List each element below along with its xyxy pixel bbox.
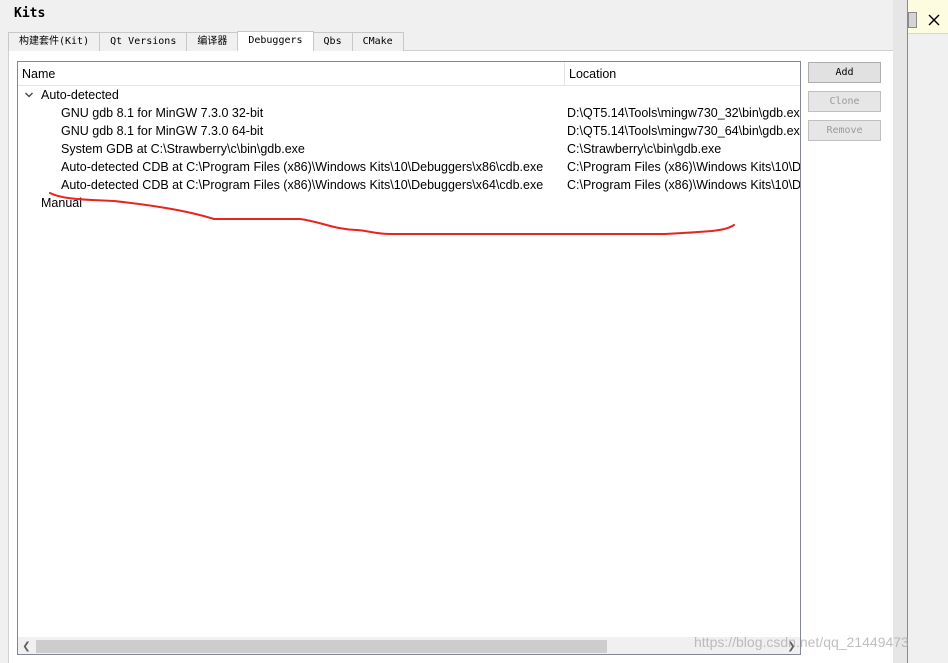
column-header-name[interactable]: Name [18, 62, 55, 86]
debugger-location: D:\QT5.14\Tools\mingw730_32\bin\gdb.exe [567, 106, 800, 120]
tree-row[interactable]: Auto-detected CDB at C:\Program Files (x… [18, 176, 800, 194]
tab-debuggers[interactable]: Debuggers [237, 31, 314, 51]
watermark-text: https://blog.csdn.net/qq_21449473 [694, 634, 909, 650]
kits-settings-panel: Kits 构建套件(Kit) Qt Versions 编译器 Debuggers… [0, 0, 893, 663]
restore-icon[interactable] [908, 12, 917, 28]
tree-row[interactable]: System GDB at C:\Strawberry\c\bin\gdb.ex… [18, 140, 800, 158]
window-border [893, 0, 907, 663]
tab-qt-versions[interactable]: Qt Versions [99, 32, 188, 51]
tab-kits[interactable]: 构建套件(Kit) [8, 32, 101, 51]
remove-button[interactable]: Remove [808, 120, 881, 141]
debugger-name: Auto-detected CDB at C:\Program Files (x… [61, 178, 544, 192]
debugger-location: D:\QT5.14\Tools\mingw730_64\bin\gdb.exe [567, 124, 800, 138]
add-button[interactable]: Add [808, 62, 881, 83]
tree-row[interactable]: GNU gdb 8.1 for MinGW 7.3.0 32-bit D:\QT… [18, 104, 800, 122]
chevron-left-icon[interactable]: ❮ [18, 638, 35, 654]
debugger-name: GNU gdb 8.1 for MinGW 7.3.0 32-bit [61, 106, 264, 120]
tree-group-auto-detected[interactable]: Auto-detected [18, 86, 800, 104]
debugger-location: C:\Strawberry\c\bin\gdb.exe [567, 142, 722, 156]
tab-cmake[interactable]: CMake [351, 32, 404, 51]
debugger-location: C:\Program Files (x86)\Windows Kits\10\D… [567, 178, 800, 192]
debuggers-tree[interactable]: Name Location Auto-detected GNU gdb 8.1 … [17, 61, 801, 655]
close-icon[interactable] [926, 12, 942, 28]
tree-body: Auto-detected GNU gdb 8.1 for MinGW 7.3.… [18, 86, 800, 638]
tree-row[interactable]: Auto-detected CDB at C:\Program Files (x… [18, 158, 800, 176]
scrollbar-thumb[interactable] [36, 640, 607, 653]
tab-qbs[interactable]: Qbs [312, 32, 353, 51]
horizontal-scrollbar[interactable]: ❮ ❯ [18, 637, 800, 654]
tab-bar: 构建套件(Kit) Qt Versions 编译器 Debuggers Qbs … [8, 31, 404, 51]
page-title: Kits [14, 6, 46, 21]
debugger-name: System GDB at C:\Strawberry\c\bin\gdb.ex… [61, 142, 305, 156]
adjacent-window [907, 0, 948, 663]
debugger-name: Auto-detected CDB at C:\Program Files (x… [61, 160, 544, 174]
column-header-location[interactable]: Location [565, 62, 616, 86]
tree-group-manual[interactable]: Manual [18, 194, 800, 212]
debugger-location: C:\Program Files (x86)\Windows Kits\10\D… [567, 160, 800, 174]
adjacent-window-titlebar [908, 0, 948, 34]
debugger-name: GNU gdb 8.1 for MinGW 7.3.0 64-bit [61, 124, 264, 138]
tree-header: Name Location [18, 62, 800, 86]
tab-compilers[interactable]: 编译器 [186, 32, 239, 51]
chevron-down-icon[interactable] [24, 90, 34, 100]
tree-row[interactable]: GNU gdb 8.1 for MinGW 7.3.0 64-bit D:\QT… [18, 122, 800, 140]
clone-button[interactable]: Clone [808, 91, 881, 112]
group-label: Manual [41, 196, 82, 210]
group-label: Auto-detected [41, 88, 119, 102]
